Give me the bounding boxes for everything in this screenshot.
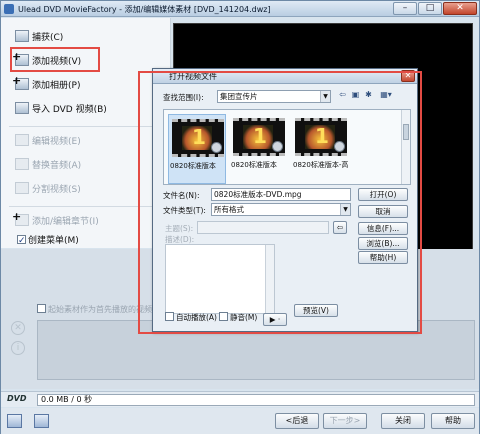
replace-audio-label: 替换音频(A) <box>32 161 82 171</box>
add-album-task[interactable]: 添加相册(P) <box>12 73 81 94</box>
dvd-usage-meter: 0.0 MB / 0 秒 <box>37 394 475 406</box>
edit-video-task[interactable]: 编辑视频(E) <box>15 134 81 150</box>
next-button[interactable]: 下一步> <box>323 413 367 429</box>
import-dvd-label: 导入 DVD 视频(B) <box>32 105 107 115</box>
bottom-bar: <后退 下一步> 关闭 帮助 <box>1 408 479 434</box>
remove-icon[interactable]: ✕ <box>11 321 25 335</box>
watermark: Baidu 经验 <box>355 397 406 407</box>
back-button[interactable]: <后退 <box>275 413 319 429</box>
capture-label: 捕获(C) <box>32 33 64 43</box>
first-play-option[interactable]: 起始素材作为首先播放的视频 <box>37 304 152 315</box>
info-icon[interactable]: i <box>11 341 25 355</box>
capture-task[interactable]: 捕获(C) <box>15 30 63 46</box>
checklist-icon[interactable] <box>34 414 49 428</box>
create-menu-check-box[interactable] <box>17 233 26 249</box>
add-album-label: 添加相册(P) <box>32 81 81 91</box>
project-menu-icon[interactable] <box>7 414 22 428</box>
help-button[interactable]: 帮助 <box>431 413 475 429</box>
dialog-highlight <box>138 71 422 334</box>
add-chapter-icon <box>12 209 29 226</box>
create-menu-checkbox[interactable]: 创建菜单(M) <box>17 233 79 249</box>
replace-audio-icon <box>15 158 29 170</box>
title-bar[interactable]: Ulead DVD MovieFactory - 添加/编辑媒体素材 [DVD_… <box>1 1 479 17</box>
import-dvd-icon <box>15 102 29 114</box>
edit-video-label: 编辑视频(E) <box>32 137 81 147</box>
create-menu-label: 创建菜单(M) <box>28 236 79 246</box>
close-window-button[interactable]: ✕ <box>443 2 477 15</box>
capture-icon <box>15 30 29 42</box>
add-chapter-label: 添加/编辑章节(I) <box>32 217 99 227</box>
minimize-button[interactable]: – <box>393 2 417 15</box>
replace-audio-task[interactable]: 替换音频(A) <box>15 158 81 174</box>
add-video-highlight <box>10 47 100 72</box>
split-video-label: 分割视频(S) <box>32 185 81 195</box>
edit-video-icon <box>15 134 29 146</box>
add-album-icon <box>12 73 29 90</box>
split-video-task[interactable]: 分割视频(S) <box>15 182 81 198</box>
close-button[interactable]: 关闭 <box>381 413 425 429</box>
dvd-label: DVD <box>7 394 27 403</box>
window-title: Ulead DVD MovieFactory - 添加/编辑媒体素材 [DVD_… <box>18 5 271 14</box>
dvd-capacity-bar: DVD 0.0 MB / 0 秒 <box>1 391 479 407</box>
add-chapter-task[interactable]: 添加/编辑章节(I) <box>12 209 99 230</box>
import-dvd-task[interactable]: 导入 DVD 视频(B) <box>15 102 107 118</box>
app-icon <box>4 4 14 14</box>
split-video-icon <box>15 182 29 194</box>
first-play-label: 起始素材作为首先播放的视频 <box>48 305 152 314</box>
maximize-button[interactable]: □ <box>418 2 442 15</box>
first-play-check-box[interactable] <box>37 304 46 313</box>
